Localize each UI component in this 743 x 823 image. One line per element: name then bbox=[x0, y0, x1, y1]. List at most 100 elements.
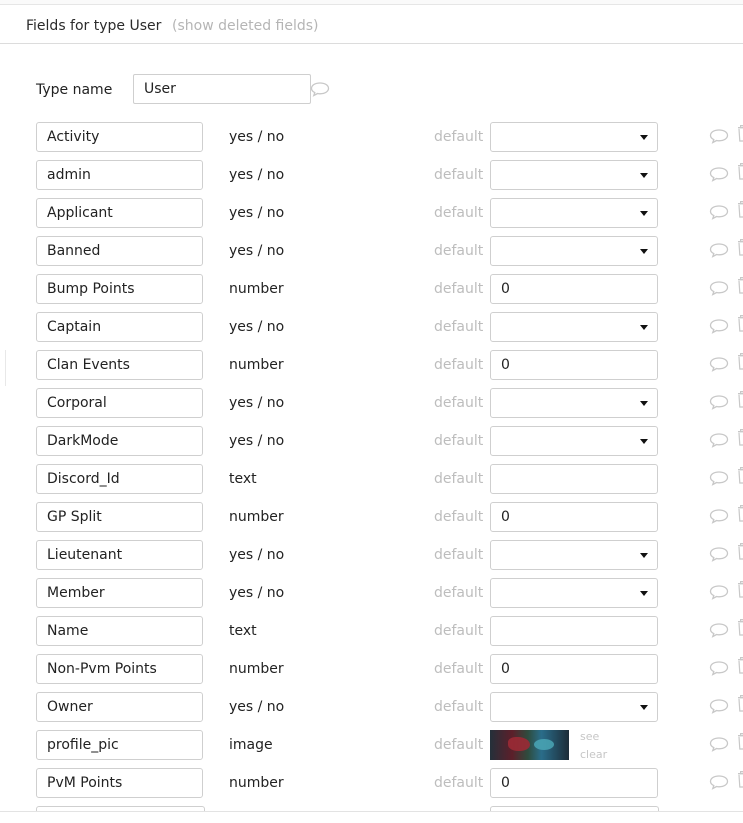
comment-icon[interactable] bbox=[709, 736, 729, 756]
field-name-input[interactable]: Activity bbox=[36, 122, 203, 152]
field-type-label: yes / no bbox=[229, 433, 285, 449]
default-value-input[interactable]: 0 bbox=[490, 654, 658, 684]
page-title: Fields for type User bbox=[26, 18, 162, 34]
see-image-link[interactable]: see bbox=[580, 730, 599, 743]
field-name-input[interactable]: Non-Pvm Points bbox=[36, 654, 203, 684]
default-label: default bbox=[434, 433, 484, 449]
default-label: default bbox=[434, 585, 484, 601]
default-value-input[interactable]: 0 bbox=[490, 768, 658, 798]
default-value-dropdown[interactable] bbox=[490, 122, 658, 152]
field-name-input[interactable]: GP Split bbox=[36, 502, 203, 532]
trash-icon[interactable] bbox=[737, 277, 743, 299]
comment-icon[interactable] bbox=[709, 622, 729, 642]
comment-icon[interactable] bbox=[709, 432, 729, 452]
field-name-input[interactable]: Owner bbox=[36, 692, 203, 722]
default-value-dropdown[interactable] bbox=[490, 692, 658, 722]
trash-icon[interactable] bbox=[737, 429, 743, 451]
field-row: Activity yes / no default bbox=[36, 122, 743, 152]
default-label: default bbox=[434, 471, 484, 487]
dropdown-caret-icon bbox=[640, 705, 648, 710]
trash-icon[interactable] bbox=[737, 771, 743, 793]
trash-icon[interactable] bbox=[737, 391, 743, 413]
comment-icon[interactable] bbox=[709, 280, 729, 300]
field-name-input[interactable]: Bump Points bbox=[36, 274, 203, 304]
field-type-label: number bbox=[229, 281, 284, 297]
field-type-label: text bbox=[229, 471, 257, 487]
trash-icon[interactable] bbox=[737, 315, 743, 337]
comment-icon[interactable] bbox=[709, 166, 729, 186]
trash-icon[interactable] bbox=[737, 163, 743, 185]
field-name-input[interactable]: Banned bbox=[36, 236, 203, 266]
comment-icon[interactable] bbox=[709, 584, 729, 604]
default-value-dropdown[interactable] bbox=[490, 426, 658, 456]
trash-icon[interactable] bbox=[737, 733, 743, 755]
comment-icon[interactable] bbox=[709, 508, 729, 528]
trash-icon[interactable] bbox=[737, 239, 743, 261]
field-row: Banned yes / no default bbox=[36, 236, 743, 266]
trash-icon[interactable] bbox=[737, 125, 743, 147]
field-name-input[interactable]: DarkMode bbox=[36, 426, 203, 456]
field-type-label: number bbox=[229, 661, 284, 677]
field-name-input[interactable]: Member bbox=[36, 578, 203, 608]
trash-icon[interactable] bbox=[737, 695, 743, 717]
bottom-divider bbox=[0, 811, 743, 812]
default-label: default bbox=[434, 281, 484, 297]
comment-icon[interactable] bbox=[709, 546, 729, 566]
comment-icon[interactable] bbox=[709, 356, 729, 376]
default-value-dropdown[interactable] bbox=[490, 540, 658, 570]
default-value-input[interactable]: 0 bbox=[490, 502, 658, 532]
field-name-input[interactable]: Corporal bbox=[36, 388, 203, 418]
trash-icon[interactable] bbox=[737, 505, 743, 527]
trash-icon[interactable] bbox=[737, 619, 743, 641]
field-name-input[interactable]: Discord_Id bbox=[36, 464, 203, 494]
comment-icon[interactable] bbox=[709, 660, 729, 680]
default-value-input[interactable] bbox=[490, 616, 658, 646]
field-type-label: yes / no bbox=[229, 243, 285, 259]
field-name-input[interactable]: Applicant bbox=[36, 198, 203, 228]
default-value-dropdown[interactable] bbox=[490, 198, 658, 228]
comment-icon[interactable] bbox=[709, 470, 729, 490]
default-value-dropdown[interactable] bbox=[490, 388, 658, 418]
default-value-dropdown[interactable] bbox=[490, 312, 658, 342]
comment-icon[interactable] bbox=[709, 774, 729, 794]
comment-icon[interactable] bbox=[709, 394, 729, 414]
default-image-thumbnail[interactable] bbox=[490, 730, 569, 760]
trash-icon[interactable] bbox=[737, 201, 743, 223]
dropdown-caret-icon bbox=[640, 135, 648, 140]
comment-icon[interactable] bbox=[709, 242, 729, 262]
field-name-input[interactable]: admin bbox=[36, 160, 203, 190]
field-row: profile_pic image default see clear bbox=[36, 730, 743, 761]
field-type-label: number bbox=[229, 357, 284, 373]
default-label: default bbox=[434, 737, 484, 753]
field-name-input[interactable]: Clan Events bbox=[36, 350, 203, 380]
trash-icon[interactable] bbox=[737, 353, 743, 375]
trash-icon[interactable] bbox=[737, 657, 743, 679]
comment-icon[interactable] bbox=[709, 128, 729, 148]
field-name-input[interactable]: Lieutenant bbox=[36, 540, 203, 570]
clear-image-link[interactable]: clear bbox=[580, 748, 607, 761]
comment-icon[interactable] bbox=[709, 204, 729, 224]
trash-icon[interactable] bbox=[737, 467, 743, 489]
fields-header: Fields for type User (show deleted field… bbox=[0, 4, 743, 44]
comment-icon[interactable] bbox=[709, 698, 729, 718]
field-row: GP Split number default 0 bbox=[36, 502, 743, 532]
trash-icon[interactable] bbox=[737, 543, 743, 565]
default-value-dropdown[interactable] bbox=[490, 578, 658, 608]
field-type-label: yes / no bbox=[229, 319, 285, 335]
default-value-dropdown[interactable] bbox=[490, 160, 658, 190]
default-value-input[interactable]: 0 bbox=[490, 274, 658, 304]
comment-icon[interactable] bbox=[310, 81, 330, 101]
default-value-dropdown[interactable] bbox=[490, 236, 658, 266]
trash-icon[interactable] bbox=[737, 581, 743, 603]
field-name-input[interactable]: profile_pic bbox=[36, 730, 203, 760]
dropdown-caret-icon bbox=[640, 591, 648, 596]
type-name-input[interactable] bbox=[133, 74, 311, 104]
default-value-input[interactable] bbox=[490, 464, 658, 494]
comment-icon[interactable] bbox=[709, 318, 729, 338]
field-name-input[interactable]: Name bbox=[36, 616, 203, 646]
default-label: default bbox=[434, 775, 484, 791]
field-name-input[interactable]: Captain bbox=[36, 312, 203, 342]
field-name-input[interactable]: PvM Points bbox=[36, 768, 203, 798]
show-deleted-fields-link[interactable]: (show deleted fields) bbox=[172, 18, 319, 34]
default-value-input[interactable]: 0 bbox=[490, 350, 658, 380]
